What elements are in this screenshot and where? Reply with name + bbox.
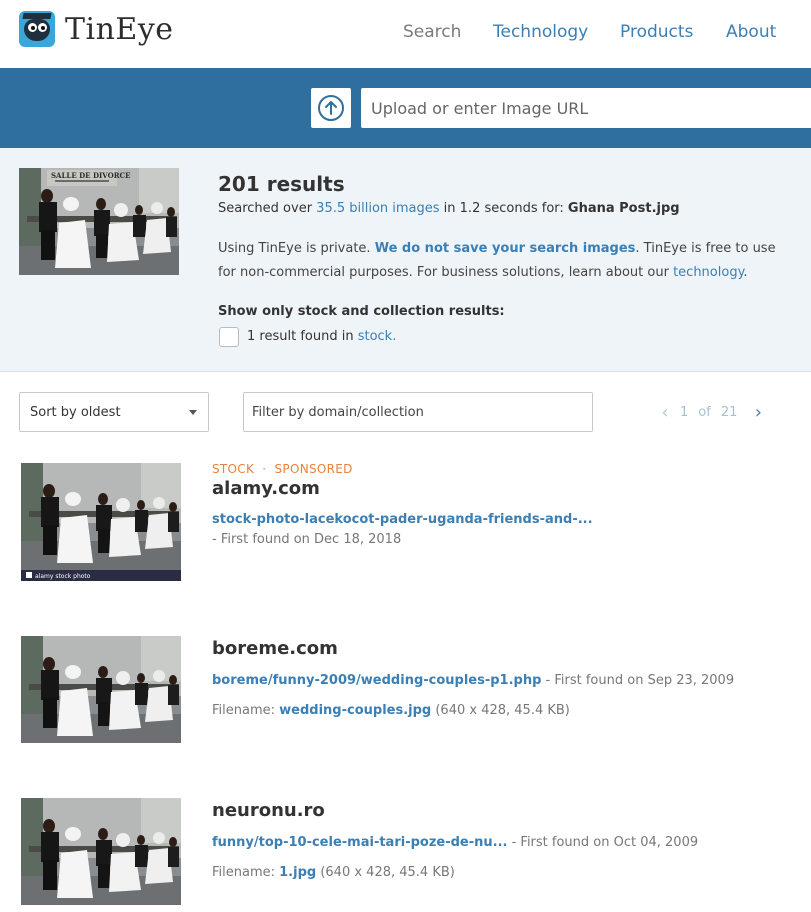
search-band <box>0 68 811 148</box>
domain-filter-input[interactable] <box>243 392 593 432</box>
searched-line: Searched over 35.5 billion images in 1.2… <box>218 201 680 216</box>
result-first-found: - First found on Sep 23, 2009 <box>541 673 735 688</box>
query-filename: Ghana Post.jpg <box>567 201 680 216</box>
result-filename-link[interactable]: 1.jpg <box>279 865 316 880</box>
next-page-icon[interactable]: › <box>748 402 768 423</box>
result-domain[interactable]: alamy.com <box>212 478 320 499</box>
pagination: ‹ 1 of 21 › <box>655 402 768 423</box>
sort-select[interactable]: Sort by oldest <box>19 392 209 432</box>
result-domain[interactable]: boreme.com <box>212 638 338 659</box>
dropdown-caret-icon <box>189 410 197 415</box>
result-first-found: - First found on Oct 04, 2009 <box>507 835 699 850</box>
prev-page-icon[interactable]: ‹ <box>655 402 675 423</box>
technology-link[interactable]: technology <box>673 265 743 280</box>
result-page-link: funny/top-10-cele-mai-tari-poze-de-nu...… <box>212 835 699 850</box>
page-of: of <box>698 404 711 420</box>
nav-products[interactable]: Products <box>620 22 693 42</box>
nav-search[interactable]: Search <box>403 22 461 42</box>
stock-link[interactable]: stock. <box>358 329 397 344</box>
result-first-found: - First found on Dec 18, 2018 <box>212 532 402 547</box>
page-current: 1 <box>680 404 689 420</box>
image-url-input[interactable] <box>361 88 811 128</box>
tag-stock: STOCK <box>212 462 255 476</box>
result-thumbnail[interactable] <box>21 636 181 743</box>
result-thumbnail[interactable]: alamy stock photo <box>21 463 181 581</box>
stock-filter-checkbox[interactable] <box>219 327 239 347</box>
upload-arrow-icon <box>318 95 344 121</box>
result-filename: Filename: 1.jpg (640 x 428, 45.4 KB) <box>212 865 455 880</box>
result-tags: STOCK · SPONSORED <box>212 462 353 476</box>
result-page-link[interactable]: stock-photo-lacekocot-pader-uganda-frien… <box>212 512 593 527</box>
stock-filter-label: 1 result found in stock. <box>247 329 397 344</box>
privacy-notice: Using TinEye is private. We do not save … <box>218 241 776 280</box>
nav-technology[interactable]: Technology <box>493 22 588 42</box>
thumb-sign-text: SALLE DE DIVORCE <box>51 171 130 180</box>
tag-sponsored: SPONSORED <box>274 462 353 476</box>
index-size-link[interactable]: 35.5 billion images <box>316 201 439 216</box>
results-count: 201 results <box>218 172 345 196</box>
result-filename: Filename: wedding-couples.jpg (640 x 428… <box>212 703 570 718</box>
main-nav: Search Technology Products About <box>0 22 811 42</box>
stock-filter-title: Show only stock and collection results: <box>218 304 505 319</box>
page-total: 21 <box>720 404 738 420</box>
sort-select-value: Sort by oldest <box>30 404 121 420</box>
privacy-link[interactable]: We do not save your search images <box>375 241 636 256</box>
result-domain[interactable]: neuronu.ro <box>212 800 325 821</box>
result-thumbnail[interactable] <box>21 798 181 905</box>
results-summary: SALLE DE DIVORCE 201 results Searched ov… <box>0 148 811 372</box>
nav-about[interactable]: About <box>726 22 776 42</box>
result-filename-link[interactable]: wedding-couples.jpg <box>279 703 431 718</box>
upload-button[interactable] <box>311 88 351 128</box>
query-image: SALLE DE DIVORCE <box>19 168 179 275</box>
result-page-link: boreme/funny-2009/wedding-couples-p1.php… <box>212 673 735 688</box>
alamy-watermark-text: alamy stock photo <box>35 573 91 580</box>
site-header: TinEye Search Technology Products About <box>0 0 811 68</box>
